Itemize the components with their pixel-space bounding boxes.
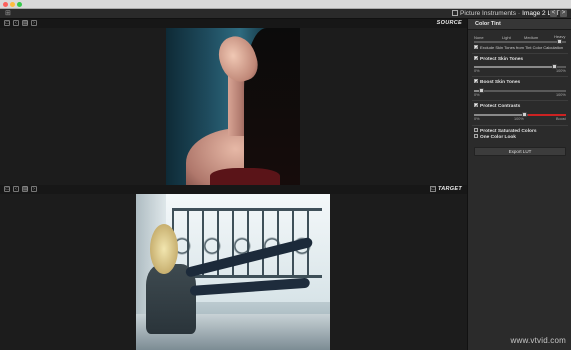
maximize-window-button[interactable]	[17, 2, 22, 7]
export-lut-button[interactable]: Export LUT	[474, 147, 566, 156]
divider	[472, 76, 568, 77]
protect-skin-tones-option[interactable]: ✓ Protect Skin Tones	[474, 56, 523, 63]
exclude-skin-tones-label: Exclude Skin Tones from Tint Color Calcu…	[480, 45, 564, 50]
protect-contrasts-option[interactable]: ✓ Protect Contrasts	[474, 103, 520, 110]
panel-title: Color Tint	[475, 21, 501, 27]
protect-skin-min-label: 0%	[474, 69, 480, 73]
boost-skin-min-label: 0%	[474, 93, 480, 97]
tint-level-medium: Medium	[524, 35, 539, 40]
boost-skin-tones-checkbox[interactable]: ✓	[474, 79, 478, 84]
boost-range	[528, 114, 566, 116]
color-tint-slider[interactable]	[474, 39, 566, 44]
target-compare-button[interactable]: ▭	[430, 186, 436, 192]
source-viewer[interactable]	[0, 28, 467, 185]
boost-skin-tones-option[interactable]: ✓ Boost Skin Tones	[474, 79, 520, 86]
source-view-icon[interactable]: ▭	[4, 20, 10, 26]
tint-level-none: None	[474, 35, 484, 40]
settings-panel: Color Tint None Light Medium Heavy ✓ Excl…	[467, 19, 571, 350]
target-toolbar: ▭ ‹ ▤ › ▭ TARGET	[0, 185, 467, 194]
title-separator: -	[518, 10, 521, 17]
color-tint-slider-knob[interactable]	[557, 39, 562, 44]
previous-button[interactable]: <	[550, 10, 557, 17]
target-forward-icon[interactable]: ›	[31, 186, 37, 192]
tint-level-light: Light	[502, 35, 511, 40]
one-color-look-checkbox[interactable]	[474, 134, 478, 138]
target-image	[136, 194, 330, 350]
app-logo-icon	[452, 10, 458, 16]
window-titlebar	[0, 0, 571, 9]
protect-contrasts-mid-label: 100%	[514, 117, 524, 121]
app-name: Picture Instruments	[460, 10, 516, 17]
divider	[472, 125, 568, 126]
target-back-icon[interactable]: ‹	[13, 186, 19, 192]
one-color-look-label: One Color Look	[480, 135, 516, 140]
target-folder-icon[interactable]: ▤	[22, 186, 28, 192]
target-view-icon[interactable]: ▭	[4, 186, 10, 192]
protect-contrasts-min-label: 0%	[474, 117, 480, 121]
protect-contrasts-checkbox[interactable]: ✓	[474, 103, 478, 108]
source-image	[166, 28, 300, 185]
app-title: Picture Instruments - Image 2 LUT	[452, 10, 560, 18]
protect-contrasts-slider[interactable]	[474, 112, 566, 117]
protect-contrasts-label: Protect Contrasts	[480, 104, 521, 109]
divider	[472, 53, 568, 54]
watermark: www.vtvid.com	[510, 336, 566, 345]
exclude-skin-tones-option[interactable]: ✓ Exclude Skin Tones from Tint Color Calc…	[474, 45, 563, 50]
protect-skin-tones-label: Protect Skin Tones	[480, 57, 524, 62]
protect-saturated-checkbox[interactable]	[474, 128, 478, 132]
close-window-button[interactable]	[3, 2, 8, 7]
exclude-skin-tones-checkbox[interactable]: ✓	[474, 45, 478, 50]
panel-header: Color Tint	[468, 19, 571, 30]
protect-skin-tones-checkbox[interactable]: ✓	[474, 56, 478, 61]
source-folder-icon[interactable]: ▤	[22, 20, 28, 26]
protect-skin-max-label: 100%	[556, 69, 566, 73]
next-button[interactable]: >	[560, 10, 567, 17]
minimize-window-button[interactable]	[10, 2, 15, 7]
grid-menu-icon[interactable]: ⊞	[5, 10, 12, 17]
source-toolbar: ▭ ‹ ▤ › SOURCE	[0, 19, 467, 28]
source-label: SOURCE	[436, 20, 462, 26]
target-viewer[interactable]	[0, 194, 467, 350]
boost-skin-tones-slider[interactable]	[474, 88, 566, 93]
target-label: TARGET	[437, 186, 462, 192]
source-back-icon[interactable]: ‹	[13, 20, 19, 26]
boost-skin-tones-label: Boost Skin Tones	[480, 80, 521, 85]
protect-contrasts-max-label: Boost	[556, 117, 566, 121]
boost-skin-max-label: 100%	[556, 93, 566, 97]
app-toolbar: ⊞ Picture Instruments - Image 2 LUT < >	[0, 9, 571, 19]
protect-skin-tones-slider[interactable]	[474, 64, 566, 69]
divider	[472, 100, 568, 101]
one-color-look-option[interactable]: One Color Look	[474, 134, 516, 141]
source-forward-icon[interactable]: ›	[31, 20, 37, 26]
